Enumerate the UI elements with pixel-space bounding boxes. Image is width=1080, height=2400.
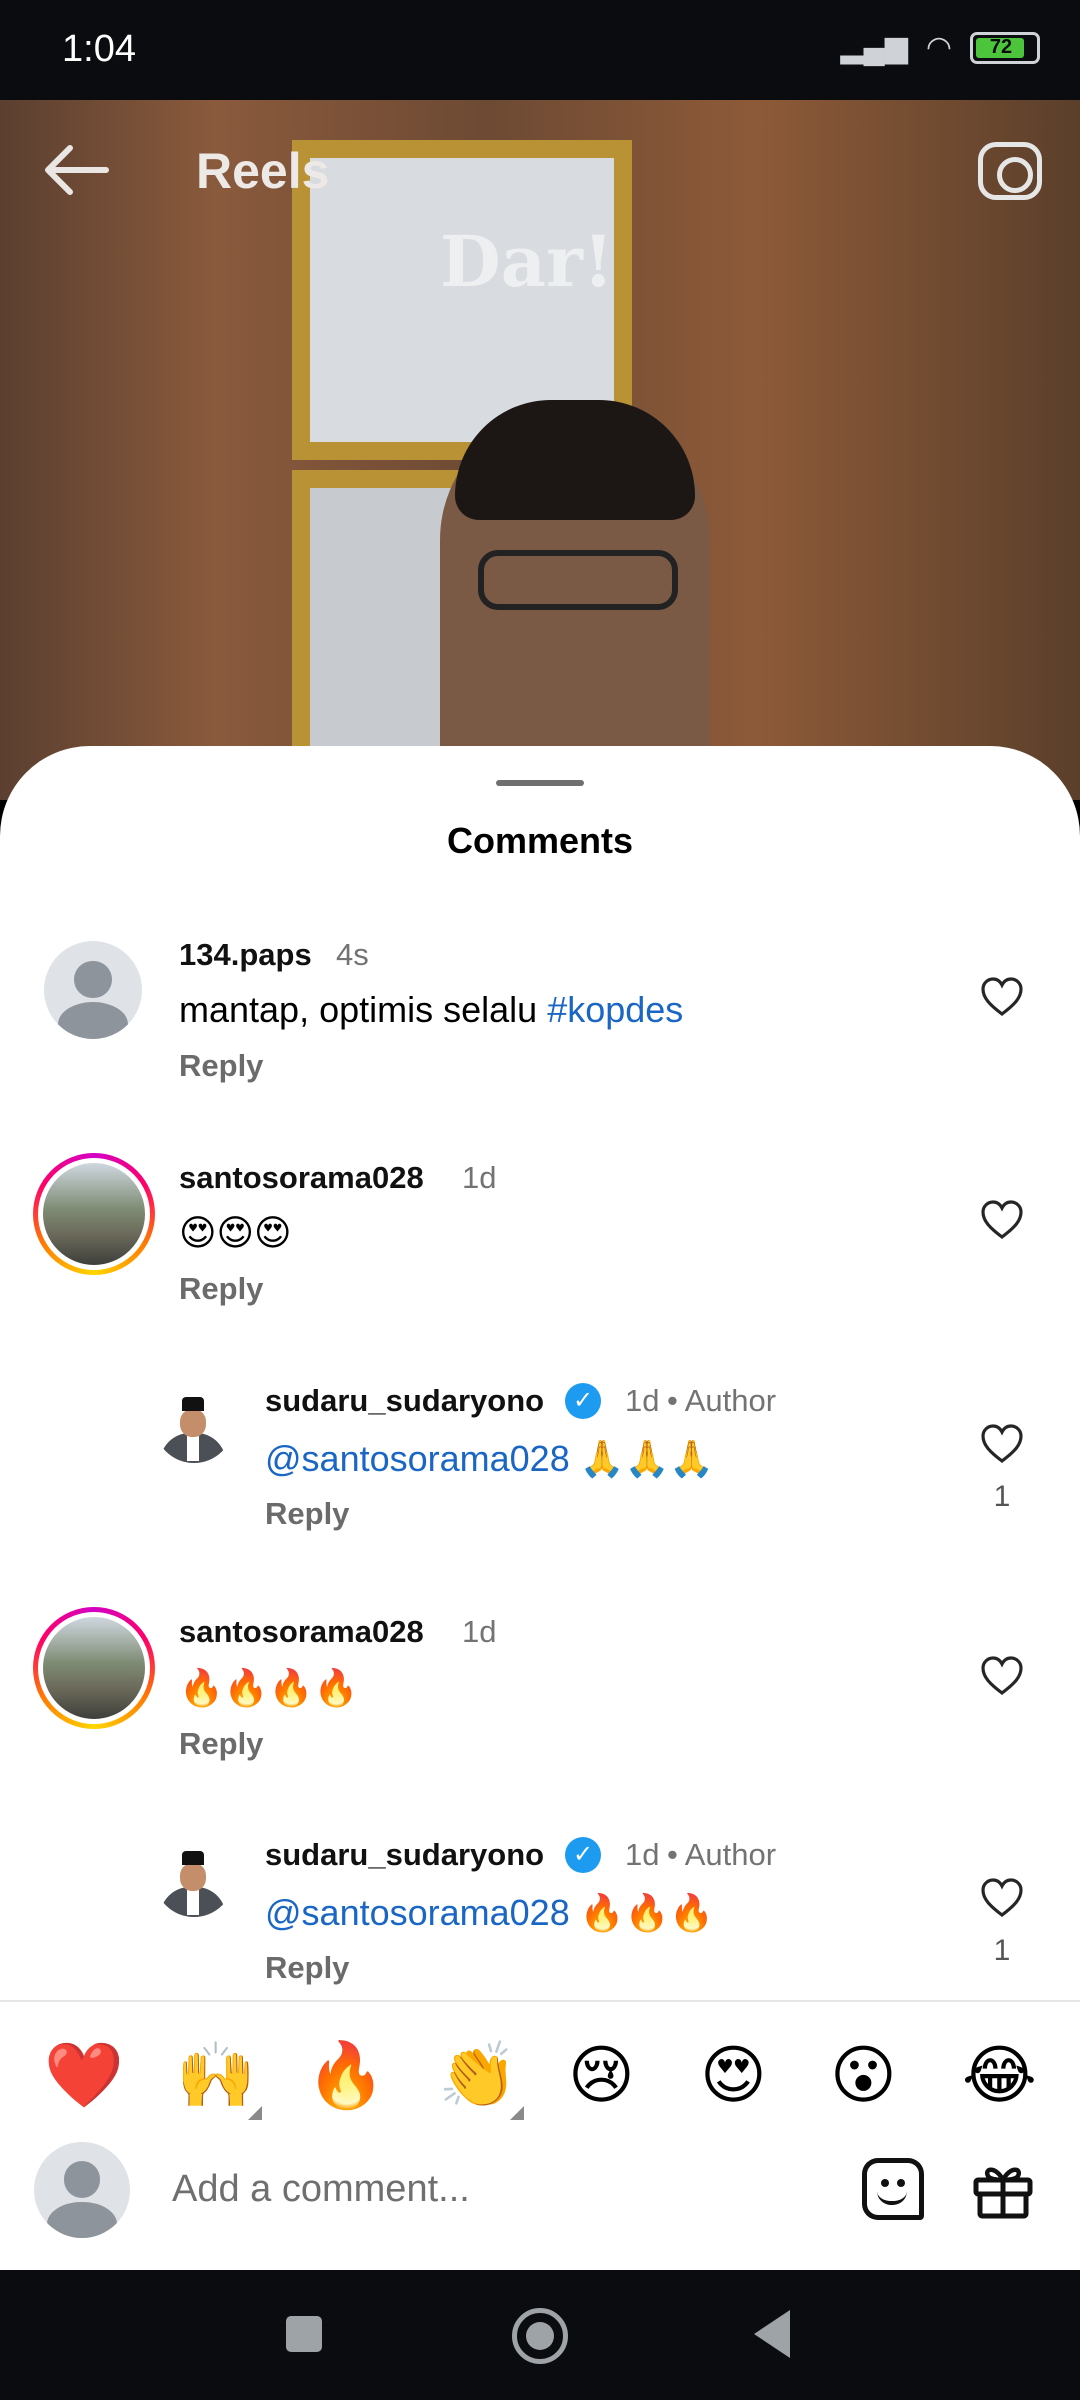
comment-text: 🔥🔥🔥🔥	[179, 1667, 359, 1708]
comment-text: @santosorama028 🔥🔥🔥	[265, 1892, 715, 1933]
reply-button[interactable]: Reply	[179, 1271, 263, 1307]
emoji-clap[interactable]: 👏	[438, 2040, 518, 2110]
gift-icon[interactable]	[972, 2158, 1034, 2220]
reply-button[interactable]: Reply	[179, 1726, 263, 1762]
verified-badge-icon: ✓	[565, 1837, 601, 1873]
heart-outline-icon[interactable]	[978, 1652, 1026, 1700]
comment-username[interactable]: 134.paps	[179, 937, 312, 973]
mention-link[interactable]: @santosorama028	[265, 1892, 570, 1933]
sheet-title: Comments	[446, 820, 634, 861]
comment-time: 1d	[625, 1383, 660, 1418]
author-label: • Author	[667, 1383, 777, 1418]
comment-time: 1d	[462, 1614, 497, 1649]
reply-button[interactable]: Reply	[265, 1950, 349, 1986]
sticker-icon[interactable]	[862, 2158, 924, 2220]
comment-username[interactable]: sudaru_sudaryono	[265, 1837, 544, 1873]
comment-time: 1d	[625, 1837, 660, 1872]
heart-outline-icon[interactable]	[978, 1420, 1026, 1468]
emoji-laughing[interactable]: 😂	[962, 2040, 1037, 2110]
battery-level: 72	[989, 35, 1013, 58]
recent-apps-icon[interactable]	[286, 2316, 322, 2352]
emoji-crying[interactable]: 😢	[568, 2040, 635, 2110]
avatar	[34, 2142, 130, 2238]
reply-button[interactable]: Reply	[265, 1496, 349, 1532]
back-arrow-icon[interactable]	[40, 140, 110, 200]
drag-handle[interactable]	[496, 780, 584, 786]
like-count: 1	[993, 1480, 1011, 1513]
status-icons: ▂▄▆ ◠ 72	[840, 30, 1040, 65]
comment-text: @santosorama028 🙏🙏🙏	[265, 1438, 715, 1479]
signal-icon: ▂▄▆	[840, 31, 908, 64]
author-label: • Author	[667, 1837, 777, 1872]
avatar[interactable]	[154, 1383, 234, 1463]
heart-outline-icon[interactable]	[978, 973, 1026, 1021]
verified-badge-icon: ✓	[565, 1383, 601, 1419]
emoji-fire[interactable]: 🔥	[306, 2040, 386, 2110]
reels-header: Reels	[0, 100, 1080, 240]
camera-icon[interactable]	[978, 142, 1042, 200]
back-icon[interactable]	[754, 2310, 790, 2358]
comment-composer: Add a comment...	[0, 2132, 1080, 2270]
battery-icon: 72	[970, 31, 1040, 64]
emoji-heart-eyes[interactable]: 😍	[700, 2040, 767, 2110]
comment-time: 1d	[462, 1160, 497, 1195]
page-title: Reels	[196, 143, 330, 199]
hashtag-link[interactable]: #kopdes	[547, 989, 683, 1030]
status-time: 1:04	[62, 28, 136, 70]
home-icon[interactable]	[512, 2308, 568, 2364]
emoji-heart[interactable]: ❤️	[44, 2040, 124, 2110]
avatar[interactable]	[33, 1153, 155, 1275]
emoji-variants-indicator	[248, 2106, 262, 2120]
avatar[interactable]	[154, 1837, 234, 1917]
emoji-variants-indicator	[510, 2106, 524, 2120]
wifi-icon: ◠	[925, 31, 952, 64]
avatar[interactable]	[33, 1607, 155, 1729]
avatar[interactable]	[44, 941, 142, 1039]
comment-username[interactable]: santosorama028	[179, 1614, 424, 1650]
like-count: 1	[993, 1934, 1011, 1967]
emoji-surprised[interactable]: 😮	[830, 2040, 897, 2110]
comment-time: 4s	[336, 937, 369, 972]
reply-button[interactable]: Reply	[179, 1048, 263, 1084]
status-bar: 1:04 ▂▄▆ ◠ 72	[0, 0, 1080, 100]
comment-text: 😍😍😍	[179, 1212, 292, 1253]
mention-link[interactable]: @santosorama028	[265, 1438, 570, 1479]
comment-input[interactable]: Add a comment...	[172, 2168, 470, 2211]
system-nav-bar	[0, 2270, 1080, 2400]
emoji-raised-hands[interactable]: 🙌	[176, 2040, 256, 2110]
comment-text: mantap, optimis selalu #kopdes	[179, 989, 684, 1030]
heart-outline-icon[interactable]	[978, 1874, 1026, 1922]
emoji-reaction-bar: ❤️ 🙌 🔥 👏 😢 😍 😮 😂	[0, 2002, 1080, 2132]
comment-username[interactable]: sudaru_sudaryono	[265, 1383, 544, 1419]
comment-username[interactable]: santosorama028	[179, 1160, 424, 1196]
heart-outline-icon[interactable]	[978, 1196, 1026, 1244]
